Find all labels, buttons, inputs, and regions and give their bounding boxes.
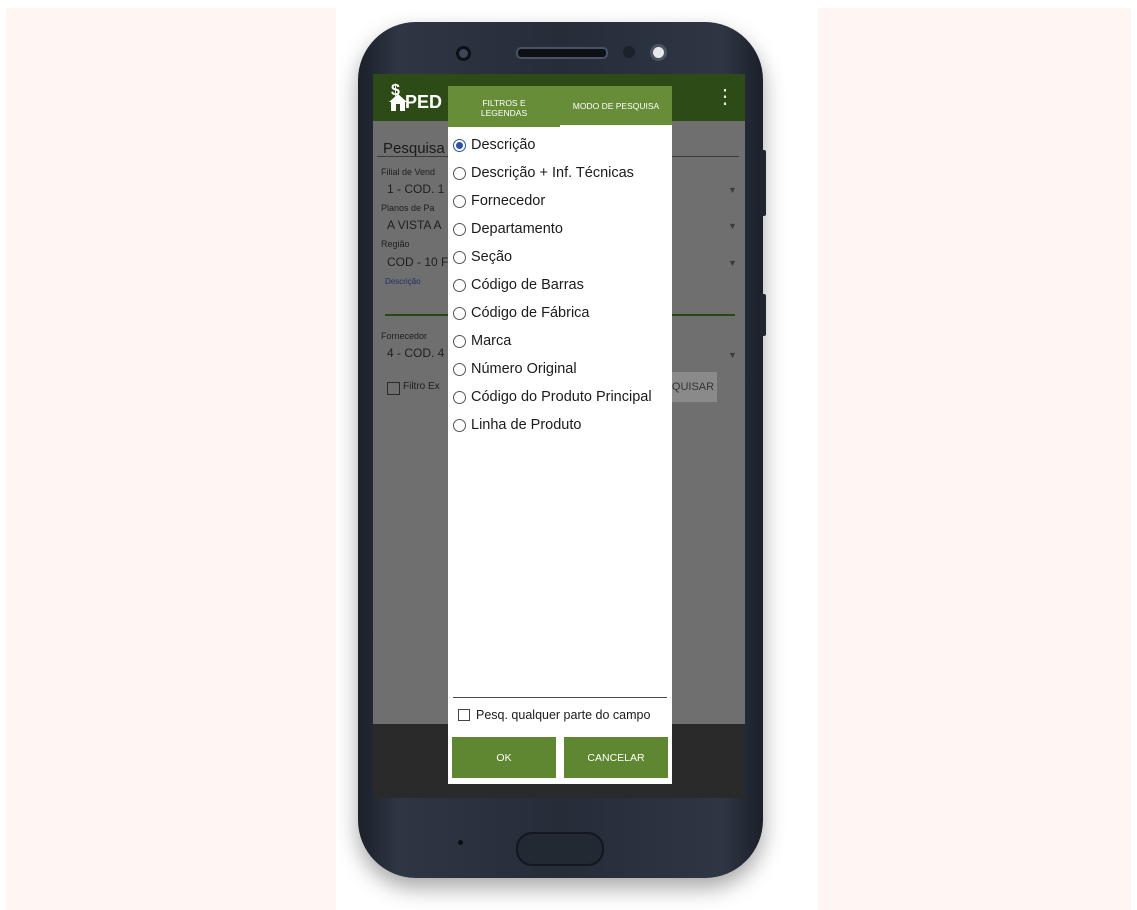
option-descricao[interactable]: Descrição [453, 131, 652, 159]
app-title: PED [405, 92, 443, 112]
option-marca[interactable]: Marca [453, 327, 652, 355]
tab-filtros-legendas[interactable]: FILTROS E LEGENDAS [448, 86, 560, 127]
sensor-icon [623, 46, 635, 58]
partial-search-checkbox-row[interactable]: Pesq. qualquer parte do campo [458, 707, 650, 723]
filial-value[interactable]: 1 - COD. 1 - [387, 182, 452, 196]
planos-dropdown-icon[interactable]: ▼ [728, 221, 737, 231]
regiao-label: Região [381, 239, 410, 249]
descricao-label: Descrição [385, 277, 421, 286]
option-label: Número Original [471, 361, 577, 377]
pesquisar-button[interactable]: QUISAR [669, 372, 717, 402]
search-mode-options: Descrição Descrição + Inf. Técnicas Forn… [453, 131, 652, 439]
front-flash-icon [650, 44, 667, 61]
option-linha-produto[interactable]: Linha de Produto [453, 411, 652, 439]
dialog-tabs: FILTROS E LEGENDAS MODO DE PESQUISA [448, 86, 672, 127]
regiao-value[interactable]: COD - 10 F [387, 255, 448, 269]
option-departamento[interactable]: Departamento [453, 215, 652, 243]
option-label: Código de Barras [471, 277, 584, 293]
right-backdrop-panel [818, 8, 1131, 910]
option-codigo-produto-principal[interactable]: Código do Produto Principal [453, 383, 652, 411]
front-camera-icon [456, 46, 471, 61]
option-codigo-barras[interactable]: Código de Barras [453, 271, 652, 299]
radio-icon[interactable] [453, 250, 466, 264]
planos-label: Planos de Pa [381, 203, 435, 213]
radio-icon[interactable] [453, 222, 466, 236]
regiao-dropdown-icon[interactable]: ▼ [728, 258, 737, 268]
home-button[interactable] [516, 832, 604, 866]
ok-button[interactable]: OK [452, 737, 556, 778]
option-numero-original[interactable]: Número Original [453, 355, 652, 383]
radio-icon[interactable] [453, 418, 466, 432]
radio-icon[interactable] [453, 362, 466, 376]
cancel-button[interactable]: CANCELAR [564, 737, 668, 778]
section-title: Pesquisa ( [383, 140, 454, 157]
option-label: Descrição [471, 137, 536, 153]
filtro-checkbox[interactable] [387, 382, 400, 395]
option-label: Linha de Produto [471, 417, 582, 433]
option-fornecedor[interactable]: Fornecedor [453, 187, 652, 215]
volume-button [760, 150, 766, 216]
radio-icon[interactable] [453, 334, 466, 348]
microphone-icon [458, 840, 463, 845]
filial-label: Filial de Vend [381, 167, 436, 177]
filtro-label: Filtro Ex [403, 381, 440, 392]
tab-modo-pesquisa[interactable]: MODO DE PESQUISA [560, 86, 672, 127]
radio-selected-icon[interactable] [453, 138, 466, 152]
option-secao[interactable]: Seção [453, 243, 652, 271]
radio-icon[interactable] [453, 166, 466, 180]
footer-divider [453, 697, 667, 698]
option-label: Departamento [471, 221, 563, 237]
option-descricao-inf-tecnicas[interactable]: Descrição + Inf. Técnicas [453, 159, 652, 187]
radio-icon[interactable] [453, 390, 466, 404]
planos-value[interactable]: A VISTA A [387, 218, 441, 232]
search-mode-dialog: FILTROS E LEGENDAS MODO DE PESQUISA Desc… [448, 86, 672, 784]
option-label: Código do Produto Principal [471, 389, 652, 405]
power-button [760, 294, 766, 336]
partial-search-label: Pesq. qualquer parte do campo [476, 708, 651, 722]
option-codigo-fabrica[interactable]: Código de Fábrica [453, 299, 652, 327]
radio-icon[interactable] [453, 194, 466, 208]
radio-icon[interactable] [453, 278, 466, 292]
filial-dropdown-icon[interactable]: ▼ [728, 185, 737, 195]
left-backdrop-panel [6, 8, 336, 910]
fornecedor-value[interactable]: 4 - COD. 4 - [387, 346, 452, 360]
option-label: Descrição + Inf. Técnicas [471, 165, 634, 181]
overflow-menu-icon[interactable]: ⋮ [715, 84, 735, 110]
earpiece-speaker [516, 47, 608, 59]
option-label: Código de Fábrica [471, 305, 590, 321]
fornecedor-dropdown-icon[interactable]: ▼ [728, 350, 737, 360]
option-label: Seção [471, 249, 513, 265]
option-label: Fornecedor [471, 193, 546, 209]
partial-search-checkbox[interactable] [458, 709, 470, 721]
fornecedor-label: Fornecedor [381, 331, 428, 341]
option-label: Marca [471, 333, 512, 349]
radio-icon[interactable] [453, 306, 466, 320]
